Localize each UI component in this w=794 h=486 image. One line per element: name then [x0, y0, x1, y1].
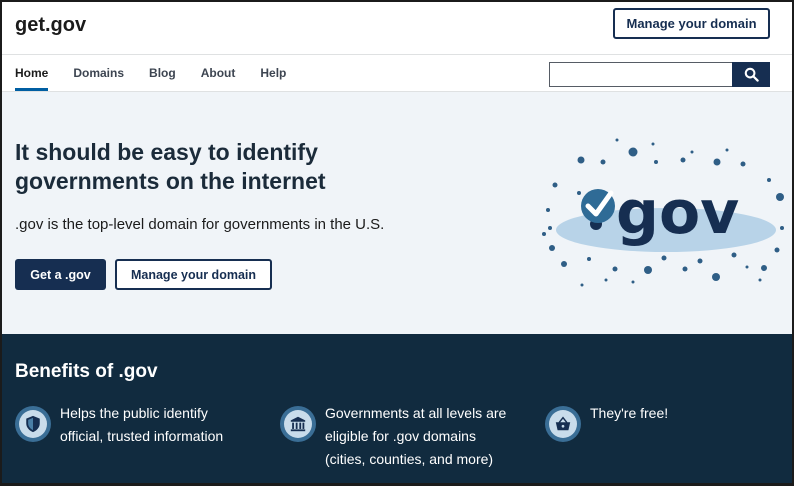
shield-icon — [15, 406, 51, 442]
government-building-icon — [280, 406, 316, 442]
benefit-text: Helps the public identify official, trus… — [60, 405, 224, 444]
benefits-section: Benefits of .gov Helps the public identi… — [2, 334, 792, 483]
primary-nav: Home Domains Blog About Help — [2, 54, 792, 92]
get-a-gov-button[interactable]: Get a .gov — [15, 259, 106, 290]
nav-item-help[interactable]: Help — [260, 55, 286, 91]
site-logo[interactable]: get.gov — [15, 14, 86, 37]
dotgov-illustration: gov — [542, 138, 784, 287]
nav-item-domains[interactable]: Domains — [73, 55, 124, 91]
hero-title: It should be easy to identify government… — [15, 139, 326, 194]
benefit-text: They're free! — [590, 405, 669, 421]
benefit-text: Governments at all levels are eligible f… — [325, 405, 507, 467]
benefits-title: Benefits of .gov — [15, 361, 158, 382]
hero-section: It should be easy to identify government… — [2, 92, 792, 334]
benefit-item-free: They're free! — [545, 405, 668, 442]
nav-item-about[interactable]: About — [201, 55, 236, 91]
gov-wordmark: gov — [616, 178, 739, 248]
search-input[interactable] — [549, 62, 732, 87]
search-form — [549, 62, 770, 87]
hero-subtitle: .gov is the top-level domain for governm… — [15, 216, 385, 233]
benefit-item-trusted: Helps the public identify official, trus… — [15, 405, 223, 448]
nav-list: Home Domains Blog About Help — [15, 55, 311, 91]
manage-domain-button[interactable]: Manage your domain — [613, 8, 770, 39]
page: get.gov Manage your domain Home Domains … — [0, 0, 794, 486]
hero-manage-domain-button[interactable]: Manage your domain — [115, 259, 272, 290]
site-header: get.gov Manage your domain — [2, 2, 792, 54]
search-button[interactable] — [732, 62, 770, 87]
benefit-item-eligible: Governments at all levels are eligible f… — [280, 405, 506, 471]
nav-item-blog[interactable]: Blog — [149, 55, 176, 91]
search-icon — [744, 67, 759, 82]
basket-icon — [545, 406, 581, 442]
nav-item-home[interactable]: Home — [15, 55, 49, 91]
